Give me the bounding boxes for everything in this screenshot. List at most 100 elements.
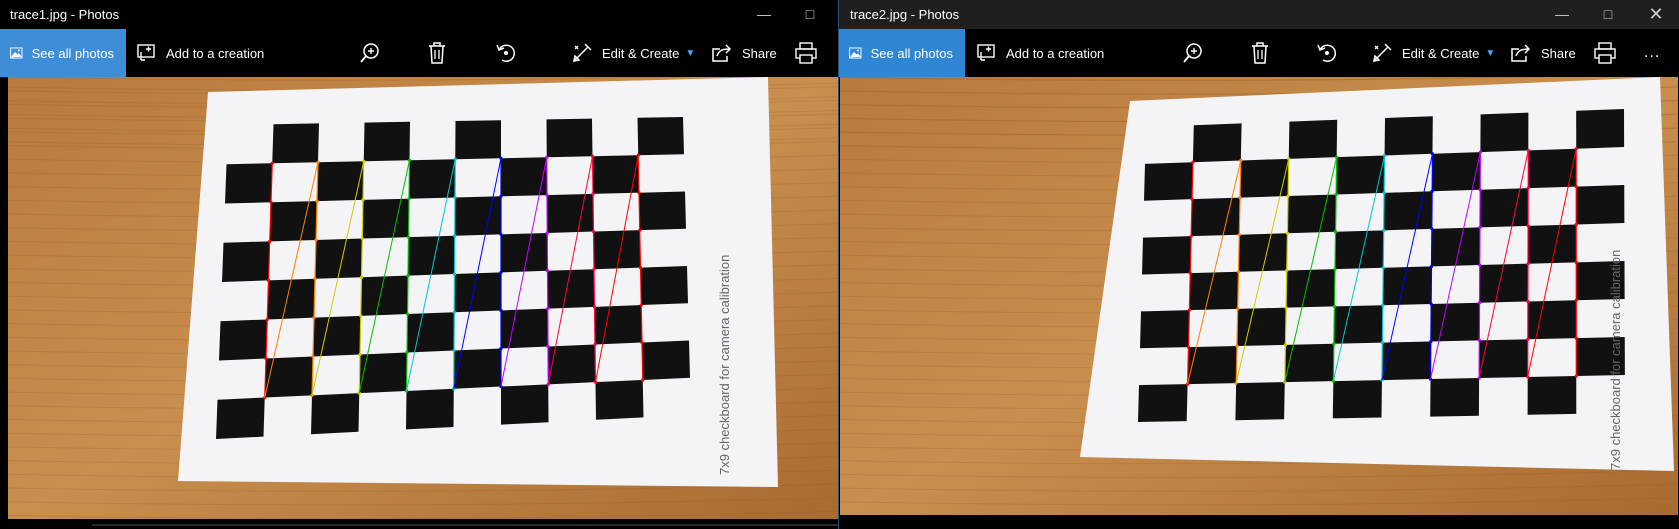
edit-create-icon <box>1373 43 1392 62</box>
checker-square <box>454 196 501 236</box>
delete-button[interactable] <box>1251 29 1269 77</box>
corner-point <box>1189 234 1193 238</box>
checker-square <box>639 191 686 231</box>
corner-point <box>499 308 503 313</box>
corner-point <box>1478 225 1482 229</box>
checker-square <box>1480 112 1529 153</box>
checker-square <box>501 308 548 349</box>
corner-point <box>452 310 456 314</box>
corner-point <box>312 316 316 320</box>
checker-square <box>363 121 410 162</box>
corner-point <box>1574 222 1578 227</box>
see-all-photos-label: See all photos <box>31 45 114 61</box>
corner-point <box>1238 196 1242 200</box>
window-title: trace2.jpg - Photos <box>850 7 960 22</box>
zoom-in-button[interactable] <box>1182 29 1204 77</box>
corner-point <box>405 312 410 316</box>
corner-point <box>593 342 597 347</box>
corner-point <box>1526 337 1530 341</box>
corner-point <box>499 270 503 274</box>
corner-point <box>1381 266 1385 270</box>
print-button[interactable] <box>795 29 817 77</box>
checker-square <box>408 235 455 276</box>
corner-point <box>545 269 550 273</box>
corner-point <box>406 274 410 278</box>
corner-point <box>453 234 457 238</box>
corner-point <box>358 352 362 357</box>
title-bar[interactable]: trace1.jpg - Photos — □ <box>0 0 838 29</box>
print-icon <box>1594 42 1616 64</box>
window-title: trace1.jpg - Photos <box>10 7 120 22</box>
close-icon[interactable]: ✕ <box>1633 0 1679 29</box>
corner-point <box>592 267 596 271</box>
photo-view[interactable]: 7x9 checkboard for camera calibration <box>8 77 838 519</box>
chevron-down-icon: ▼ <box>1485 47 1496 59</box>
checker-square <box>642 340 690 380</box>
checker-square <box>222 241 270 282</box>
corner-point <box>264 356 268 361</box>
corner-point <box>546 344 550 349</box>
rotate-button[interactable] <box>495 29 517 77</box>
filmstrip-scrollbar[interactable] <box>92 524 838 526</box>
corner-point <box>1477 338 1481 342</box>
corner-point <box>1382 228 1386 232</box>
corner-point <box>1526 186 1530 190</box>
see-all-photos-button[interactable]: See all photos <box>839 29 965 77</box>
corner-point <box>266 278 271 282</box>
delete-button[interactable] <box>428 29 446 77</box>
corner-point <box>1526 262 1530 266</box>
photos-window-2: trace2.jpg - Photos — □ ✕ See all photos… <box>838 0 1679 529</box>
corner-point <box>1285 231 1290 235</box>
corner-point <box>1574 147 1578 151</box>
corner-point <box>1478 188 1482 192</box>
corner-point <box>1382 191 1386 195</box>
corner-point <box>1574 184 1578 189</box>
edit-create-button[interactable]: Edit & Create ▼ <box>571 29 695 77</box>
title-bar[interactable]: trace2.jpg - Photos — □ ✕ <box>839 0 1679 29</box>
edit-create-button[interactable]: Edit & Create ▼ <box>1371 29 1495 77</box>
rotate-button[interactable] <box>1316 29 1338 77</box>
corner-point <box>359 275 364 279</box>
corner-point <box>1190 197 1194 201</box>
checker-square <box>547 193 594 233</box>
add-to-creation-button[interactable]: Add to a creation <box>137 29 264 77</box>
corner-point <box>1333 267 1337 271</box>
checker-square <box>1431 227 1480 267</box>
share-icon <box>1511 44 1531 62</box>
corner-point <box>359 314 363 318</box>
edit-create-label: Edit & Create <box>1402 45 1480 61</box>
zoom-in-icon <box>1183 43 1202 63</box>
corner-point <box>591 229 596 234</box>
share-label: Share <box>1541 45 1576 61</box>
add-to-creation-label: Add to a creation <box>166 45 265 61</box>
print-button[interactable] <box>1594 29 1616 77</box>
checker-square <box>1236 307 1287 346</box>
trash-icon <box>1252 42 1268 64</box>
corner-point <box>1477 301 1482 305</box>
checker-square <box>546 118 593 158</box>
corner-point <box>1283 343 1288 347</box>
corner-point <box>269 200 273 204</box>
share-button[interactable]: Share <box>711 29 777 77</box>
see-all-photos-button[interactable]: See all photos <box>0 29 126 77</box>
corner-point <box>638 266 643 270</box>
checker-square <box>595 379 644 420</box>
add-to-creation-button[interactable]: Add to a creation <box>977 29 1104 77</box>
corner-point <box>546 307 550 311</box>
checker-square <box>1140 310 1190 349</box>
minimize-icon[interactable]: — <box>1539 0 1585 29</box>
zoom-in-button[interactable] <box>359 29 381 77</box>
more-options-button[interactable]: ... <box>1644 29 1660 77</box>
maximize-icon[interactable]: □ <box>1585 0 1631 29</box>
minimize-icon[interactable]: — <box>741 0 787 29</box>
corner-point <box>1187 308 1191 312</box>
maximize-icon[interactable]: □ <box>787 0 833 29</box>
checkerboard-photo: 7x9 checkboard for camera calibration <box>8 77 838 519</box>
add-to-creation-label: Add to a creation <box>1006 45 1105 61</box>
checker-square <box>1142 236 1192 275</box>
checker-square <box>1288 119 1338 159</box>
corner-point <box>545 155 549 159</box>
share-button[interactable]: Share <box>1510 29 1576 77</box>
checker-square <box>593 230 641 270</box>
photo-view[interactable]: 7x9 checkboard for camera calibration <box>840 77 1679 515</box>
